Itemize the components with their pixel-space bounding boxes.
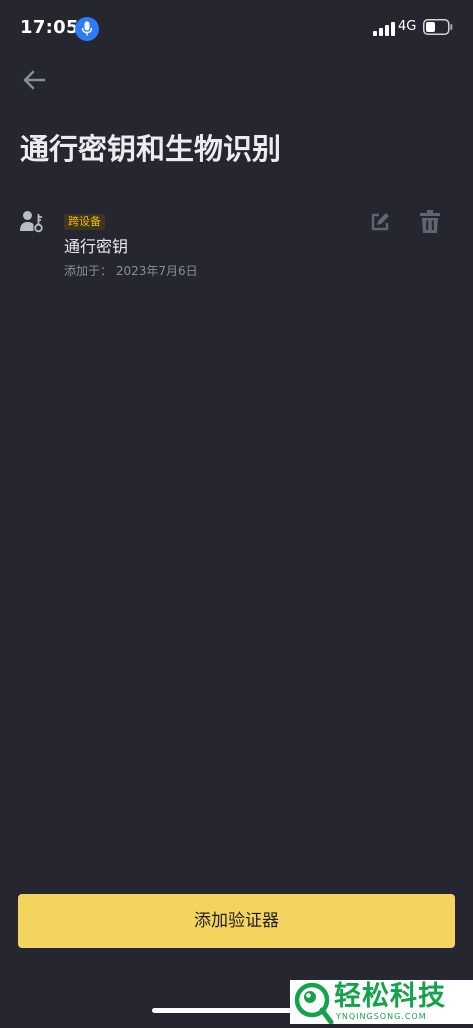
back-button[interactable] [20, 66, 50, 94]
cross-device-badge: 跨设备 [64, 214, 105, 230]
page-title: 通行密钥和生物识别 [20, 132, 282, 166]
status-time: 17:05 [20, 17, 79, 38]
battery-icon [423, 19, 453, 39]
delete-button[interactable] [418, 209, 442, 235]
trash-icon [420, 210, 440, 233]
passkey-name: 通行密钥 [64, 237, 129, 256]
arrow-left-icon [23, 70, 46, 90]
signal-icon [373, 21, 395, 40]
passkey-added-date: 添加于： 2023年7月6日 [64, 264, 198, 278]
watermark-subtitle: YNQINGSONG.COM [336, 1012, 427, 1021]
passkey-item: 跨设备 通行密钥 添加于： 2023年7月6日 [0, 200, 473, 292]
edit-icon [371, 213, 389, 231]
watermark-title: 轻松科技 [334, 981, 446, 1012]
watermark-logo: 轻松科技 YNQINGSONG.COM [290, 980, 473, 1025]
leaf-logo-icon [290, 980, 334, 1028]
status-bar: 17:05 4G [0, 0, 473, 56]
network-type: 4G [398, 19, 417, 34]
microphone-icon [75, 17, 99, 41]
home-indicator[interactable] [152, 1008, 302, 1013]
add-authenticator-button[interactable]: 添加验证器 [18, 894, 455, 948]
edit-button[interactable] [368, 210, 392, 234]
user-key-icon [20, 210, 44, 238]
